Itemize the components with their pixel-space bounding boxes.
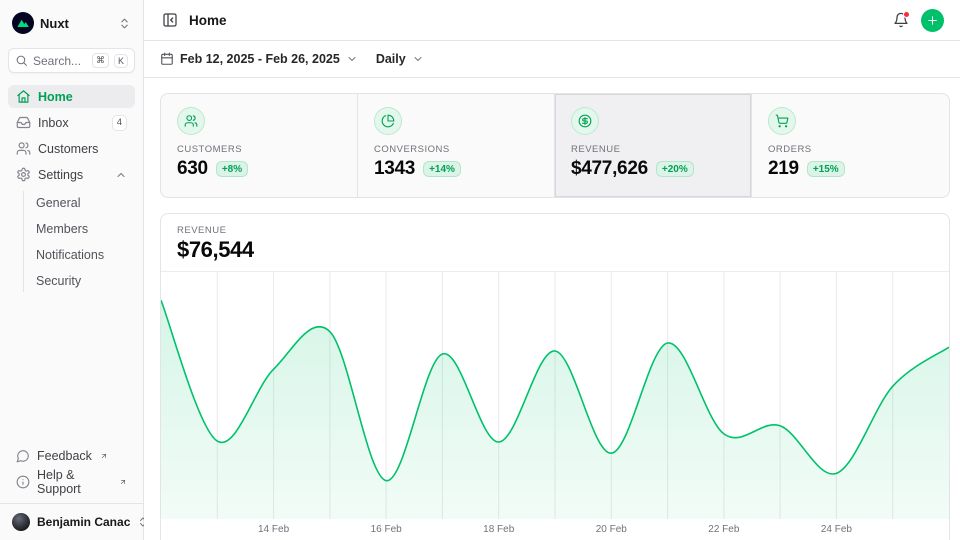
x-axis-label: 16 Feb bbox=[371, 524, 402, 535]
sidebar-nav: Home Inbox 4 Customers Settings General Member… bbox=[8, 85, 135, 292]
chart-header: REVENUE $76,544 bbox=[161, 214, 949, 272]
footer-link-label: Feedback bbox=[37, 449, 92, 463]
search-placeholder: Search... bbox=[33, 54, 87, 68]
arrow-up-right-icon bbox=[119, 478, 127, 486]
sidebar-item-label: Home bbox=[38, 90, 127, 104]
inbox-count-badge: 4 bbox=[112, 115, 127, 131]
stat-delta-badge: +20% bbox=[656, 161, 694, 177]
sidebar-item-settings[interactable]: Settings bbox=[8, 163, 135, 186]
chevron-up-icon bbox=[115, 169, 127, 181]
settings-icon bbox=[16, 167, 31, 182]
sidebar-item-security[interactable]: Security bbox=[29, 269, 135, 292]
stat-label: REVENUE bbox=[571, 144, 735, 155]
sidebar-subitem-label: Members bbox=[36, 222, 128, 236]
x-axis-label: 20 Feb bbox=[596, 524, 627, 535]
avatar bbox=[12, 513, 30, 531]
footer-link-label: Help & Support bbox=[37, 468, 111, 496]
collapse-sidebar-button[interactable] bbox=[160, 10, 180, 30]
sidebar-item-inbox[interactable]: Inbox 4 bbox=[8, 111, 135, 134]
stat-card-revenue[interactable]: REVENUE $477,626 +20% bbox=[555, 94, 752, 197]
nuxt-logo-icon bbox=[12, 12, 34, 34]
granularity-select[interactable]: Daily bbox=[376, 52, 424, 66]
sidebar-item-customers[interactable]: Customers bbox=[8, 137, 135, 160]
sidebar: Nuxt Search... ⌘ K Home Inbox 4 Customers Se… bbox=[0, 0, 144, 540]
sidebar-item-home[interactable]: Home bbox=[8, 85, 135, 108]
page-content: CUSTOMERS 630 +8% CONVERSIONS 1343 +14% REVENU… bbox=[144, 78, 960, 540]
stat-card-customers[interactable]: CUSTOMERS 630 +8% bbox=[161, 94, 358, 197]
chart-value: $76,544 bbox=[177, 237, 933, 263]
sidebar-item-notifications[interactable]: Notifications bbox=[29, 243, 135, 266]
calendar-icon bbox=[160, 52, 174, 66]
stat-delta-badge: +14% bbox=[423, 161, 461, 177]
x-axis: 14 Feb 16 Feb 18 Feb 20 Feb 22 Feb 24 Feb bbox=[161, 519, 949, 540]
users-icon bbox=[177, 107, 205, 135]
page-title: Home bbox=[189, 13, 227, 28]
revenue-chart-card: REVENUE $76,544 14 Feb 16 Feb 18 Feb 20 Feb… bbox=[160, 213, 950, 540]
kbd-k: K bbox=[114, 54, 128, 68]
search-input[interactable]: Search... ⌘ K bbox=[8, 48, 135, 73]
stat-label: ORDERS bbox=[768, 144, 933, 155]
date-range-picker[interactable]: Feb 12, 2025 - Feb 26, 2025 bbox=[160, 52, 358, 66]
stat-delta-badge: +8% bbox=[216, 161, 248, 177]
kbd-cmd: ⌘ bbox=[92, 53, 109, 68]
sidebar-item-members[interactable]: Members bbox=[29, 217, 135, 240]
workspace-name: Nuxt bbox=[40, 16, 112, 31]
sidebar-subitem-label: Security bbox=[36, 274, 128, 288]
sidebar-footer-nav: Feedback Help & Support bbox=[8, 444, 135, 499]
user-name: Benjamin Canac bbox=[37, 515, 130, 529]
arrow-up-right-icon bbox=[100, 452, 108, 460]
dollar-circle-icon bbox=[571, 107, 599, 135]
search-icon bbox=[15, 54, 28, 67]
sidebar-item-label: Customers bbox=[38, 142, 127, 156]
date-range-label: Feb 12, 2025 - Feb 26, 2025 bbox=[180, 52, 340, 66]
stat-value: 219 bbox=[768, 158, 799, 180]
sidebar-item-help-support[interactable]: Help & Support bbox=[8, 470, 135, 493]
stat-card-orders[interactable]: ORDERS 219 +15% bbox=[752, 94, 949, 197]
help-icon bbox=[16, 475, 30, 489]
sidebar-subitem-label: Notifications bbox=[36, 248, 128, 262]
sidebar-item-feedback[interactable]: Feedback bbox=[8, 444, 135, 467]
pie-chart-icon bbox=[374, 107, 402, 135]
chart-label: REVENUE bbox=[177, 225, 933, 236]
sidebar-item-label: Settings bbox=[38, 168, 108, 182]
user-menu[interactable]: Benjamin Canac bbox=[0, 503, 143, 540]
stat-value: $477,626 bbox=[571, 158, 648, 180]
main-area: Home Feb 12, 2025 - Feb 26, 2025 Daily bbox=[144, 0, 960, 540]
granularity-label: Daily bbox=[376, 52, 406, 66]
chevrons-up-down-icon bbox=[118, 17, 131, 30]
stats-row: CUSTOMERS 630 +8% CONVERSIONS 1343 +14% REVENU… bbox=[160, 93, 950, 198]
inbox-icon bbox=[16, 115, 31, 130]
chevron-down-icon bbox=[412, 53, 424, 65]
panel-left-close-icon bbox=[162, 12, 178, 28]
sidebar-item-general[interactable]: General bbox=[29, 191, 135, 214]
sidebar-subnav-settings: General Members Notifications Security bbox=[23, 191, 135, 292]
workspace-selector[interactable]: Nuxt bbox=[8, 8, 135, 38]
cart-icon bbox=[768, 107, 796, 135]
chevron-down-icon bbox=[346, 53, 358, 65]
x-axis-label: 14 Feb bbox=[258, 524, 289, 535]
chart-canvas bbox=[161, 272, 949, 519]
home-icon bbox=[16, 89, 31, 104]
notifications-button[interactable] bbox=[893, 12, 909, 28]
add-button[interactable] bbox=[921, 9, 944, 32]
stat-value: 630 bbox=[177, 158, 208, 180]
plus-icon bbox=[926, 14, 939, 27]
feedback-icon bbox=[16, 449, 30, 463]
x-axis-label: 18 Feb bbox=[483, 524, 514, 535]
stat-label: CUSTOMERS bbox=[177, 144, 341, 155]
stat-delta-badge: +15% bbox=[807, 161, 845, 177]
stat-label: CONVERSIONS bbox=[374, 144, 538, 155]
stat-card-conversions[interactable]: CONVERSIONS 1343 +14% bbox=[358, 94, 555, 197]
sidebar-item-label: Inbox bbox=[38, 116, 105, 130]
app-root: Nuxt Search... ⌘ K Home Inbox 4 Customers Se… bbox=[0, 0, 960, 540]
notification-dot bbox=[903, 11, 910, 18]
revenue-area-chart[interactable]: 14 Feb 16 Feb 18 Feb 20 Feb 22 Feb 24 Feb bbox=[161, 272, 949, 540]
x-axis-label: 24 Feb bbox=[821, 524, 852, 535]
sidebar-subitem-label: General bbox=[36, 196, 128, 210]
filter-toolbar: Feb 12, 2025 - Feb 26, 2025 Daily bbox=[144, 41, 960, 78]
stat-value: 1343 bbox=[374, 158, 415, 180]
page-header: Home bbox=[144, 0, 960, 41]
users-icon bbox=[16, 141, 31, 156]
x-axis-label: 22 Feb bbox=[708, 524, 739, 535]
